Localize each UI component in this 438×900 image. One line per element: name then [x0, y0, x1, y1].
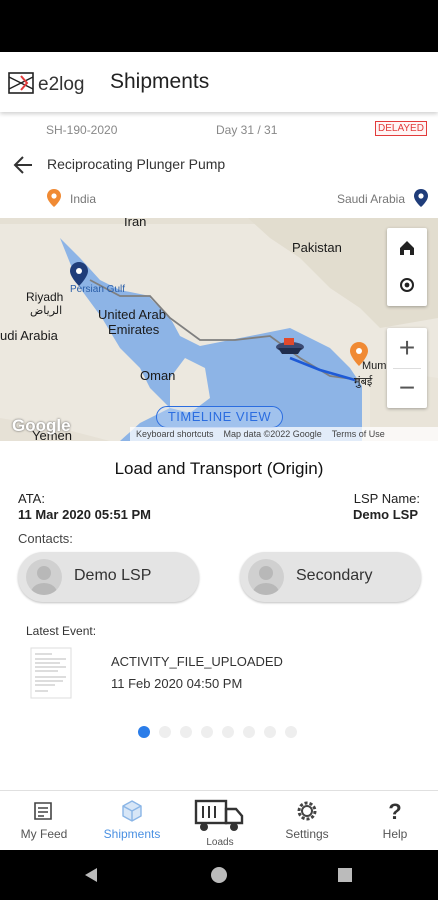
system-home-icon[interactable]	[210, 866, 228, 884]
map-label-riyadh: Riyadh	[26, 290, 64, 304]
shipment-meta: SH-190-2020 Day 31 / 31 DELAYED	[0, 120, 438, 140]
page-dot[interactable]	[180, 726, 192, 738]
truck-icon	[194, 799, 244, 831]
page-dot[interactable]	[138, 726, 150, 738]
page-dot[interactable]	[264, 726, 276, 738]
map-label-uae-1: United Arab	[98, 307, 166, 322]
nav-my-feed[interactable]: My Feed	[10, 791, 78, 851]
target-icon[interactable]	[387, 266, 427, 304]
event-time: 11 Feb 2020 04:50 PM	[111, 676, 243, 691]
page-dot[interactable]	[201, 726, 213, 738]
page-dot[interactable]	[243, 726, 255, 738]
contact-name: Secondary	[296, 567, 373, 584]
route-map[interactable]: Iran Pakistan Riyadh الرياض udi Arabia U…	[0, 218, 438, 441]
page-dot[interactable]	[285, 726, 297, 738]
timeline-view-button[interactable]: TIMELINE VIEW	[156, 406, 283, 428]
page-title: Shipments	[110, 70, 210, 93]
contacts-label: Contacts:	[18, 531, 73, 546]
avatar-icon	[248, 559, 284, 595]
svg-text:e2log: e2log	[38, 74, 85, 95]
map-attribution: Keyboard shortcuts Map data ©2022 Google…	[130, 427, 438, 441]
feed-icon	[34, 802, 52, 820]
zoom-in-button[interactable]: +	[387, 328, 427, 368]
map-label-mumbai-local: मुंबई	[354, 376, 373, 388]
back-arrow-icon[interactable]	[12, 154, 34, 176]
e2log-logo: e2log	[8, 72, 85, 95]
terms-link[interactable]: Terms of Use	[332, 429, 385, 439]
map-label-oman: Oman	[140, 368, 176, 383]
bottom-nav: My Feed Shipments Loads Settings ? Help	[0, 790, 438, 850]
route-row: India Saudi Arabia	[0, 188, 438, 210]
box-icon	[122, 800, 142, 822]
avatar-icon	[26, 559, 62, 595]
origin-country: India	[70, 192, 97, 206]
title-row: Reciprocating Plunger Pump	[0, 148, 438, 180]
app-bar: e2log Shipments	[0, 52, 438, 112]
product-name: Reciprocating Plunger Pump	[47, 156, 226, 172]
google-logo: Google	[12, 416, 71, 435]
ata-label: ATA:	[18, 491, 45, 506]
nav-help[interactable]: ? Help	[366, 791, 424, 851]
lsp-label: LSP Name:	[353, 491, 420, 506]
map-label-persian-gulf: Persian Gulf	[70, 284, 126, 295]
map-label-iran: Iran	[124, 218, 147, 229]
lsp-value: Demo LSP	[352, 507, 418, 522]
page-dot[interactable]	[159, 726, 171, 738]
system-back-icon[interactable]	[82, 866, 100, 884]
destination-country: Saudi Arabia	[336, 192, 405, 206]
map-label-uae-2: Emirates	[108, 322, 160, 337]
status-bar	[0, 0, 438, 52]
event-name: ACTIVITY_FILE_UPLOADED	[111, 654, 283, 669]
leg-title: Load and Transport (Origin)	[114, 459, 324, 478]
zoom-controls: + −	[387, 328, 427, 408]
system-recents-icon[interactable]	[337, 867, 353, 883]
origin-pin-icon	[47, 189, 61, 207]
gear-icon	[297, 801, 317, 821]
home-icon[interactable]	[387, 228, 427, 266]
day-counter: Day 31 / 31	[216, 123, 278, 137]
destination-pin-icon	[414, 189, 428, 207]
map-label-saudi: udi Arabia	[0, 328, 58, 343]
shipment-id: SH-190-2020	[46, 123, 118, 137]
map-label-pakistan: Pakistan	[292, 240, 342, 255]
page-indicator[interactable]	[138, 726, 297, 738]
nav-loads[interactable]: Loads	[190, 791, 250, 851]
status-badge: DELAYED	[375, 121, 427, 136]
system-nav-bar	[0, 850, 438, 900]
help-icon: ?	[388, 799, 402, 824]
page-dot[interactable]	[222, 726, 234, 738]
latest-event-label: Latest Event:	[26, 624, 97, 638]
map-data-credit: Map data ©2022 Google	[223, 429, 322, 439]
keyboard-shortcuts-link[interactable]: Keyboard shortcuts	[136, 429, 214, 439]
nav-settings[interactable]: Settings	[276, 791, 338, 851]
leg-card[interactable]: Load and Transport (Origin) ATA: 11 Mar …	[0, 441, 438, 790]
nav-shipments[interactable]: Shipments	[96, 791, 168, 851]
map-quick-controls	[387, 228, 427, 306]
document-thumbnail-icon[interactable]	[30, 647, 72, 699]
ata-value: 11 Mar 2020 05:51 PM	[18, 507, 151, 522]
zoom-out-button[interactable]: −	[387, 368, 427, 408]
contact-chip-secondary[interactable]: Secondary	[240, 552, 421, 602]
map-label-riyadh-ar: الرياض	[30, 305, 63, 317]
contact-chip-demo-lsp[interactable]: Demo LSP	[18, 552, 199, 602]
contact-name: Demo LSP	[74, 567, 152, 584]
